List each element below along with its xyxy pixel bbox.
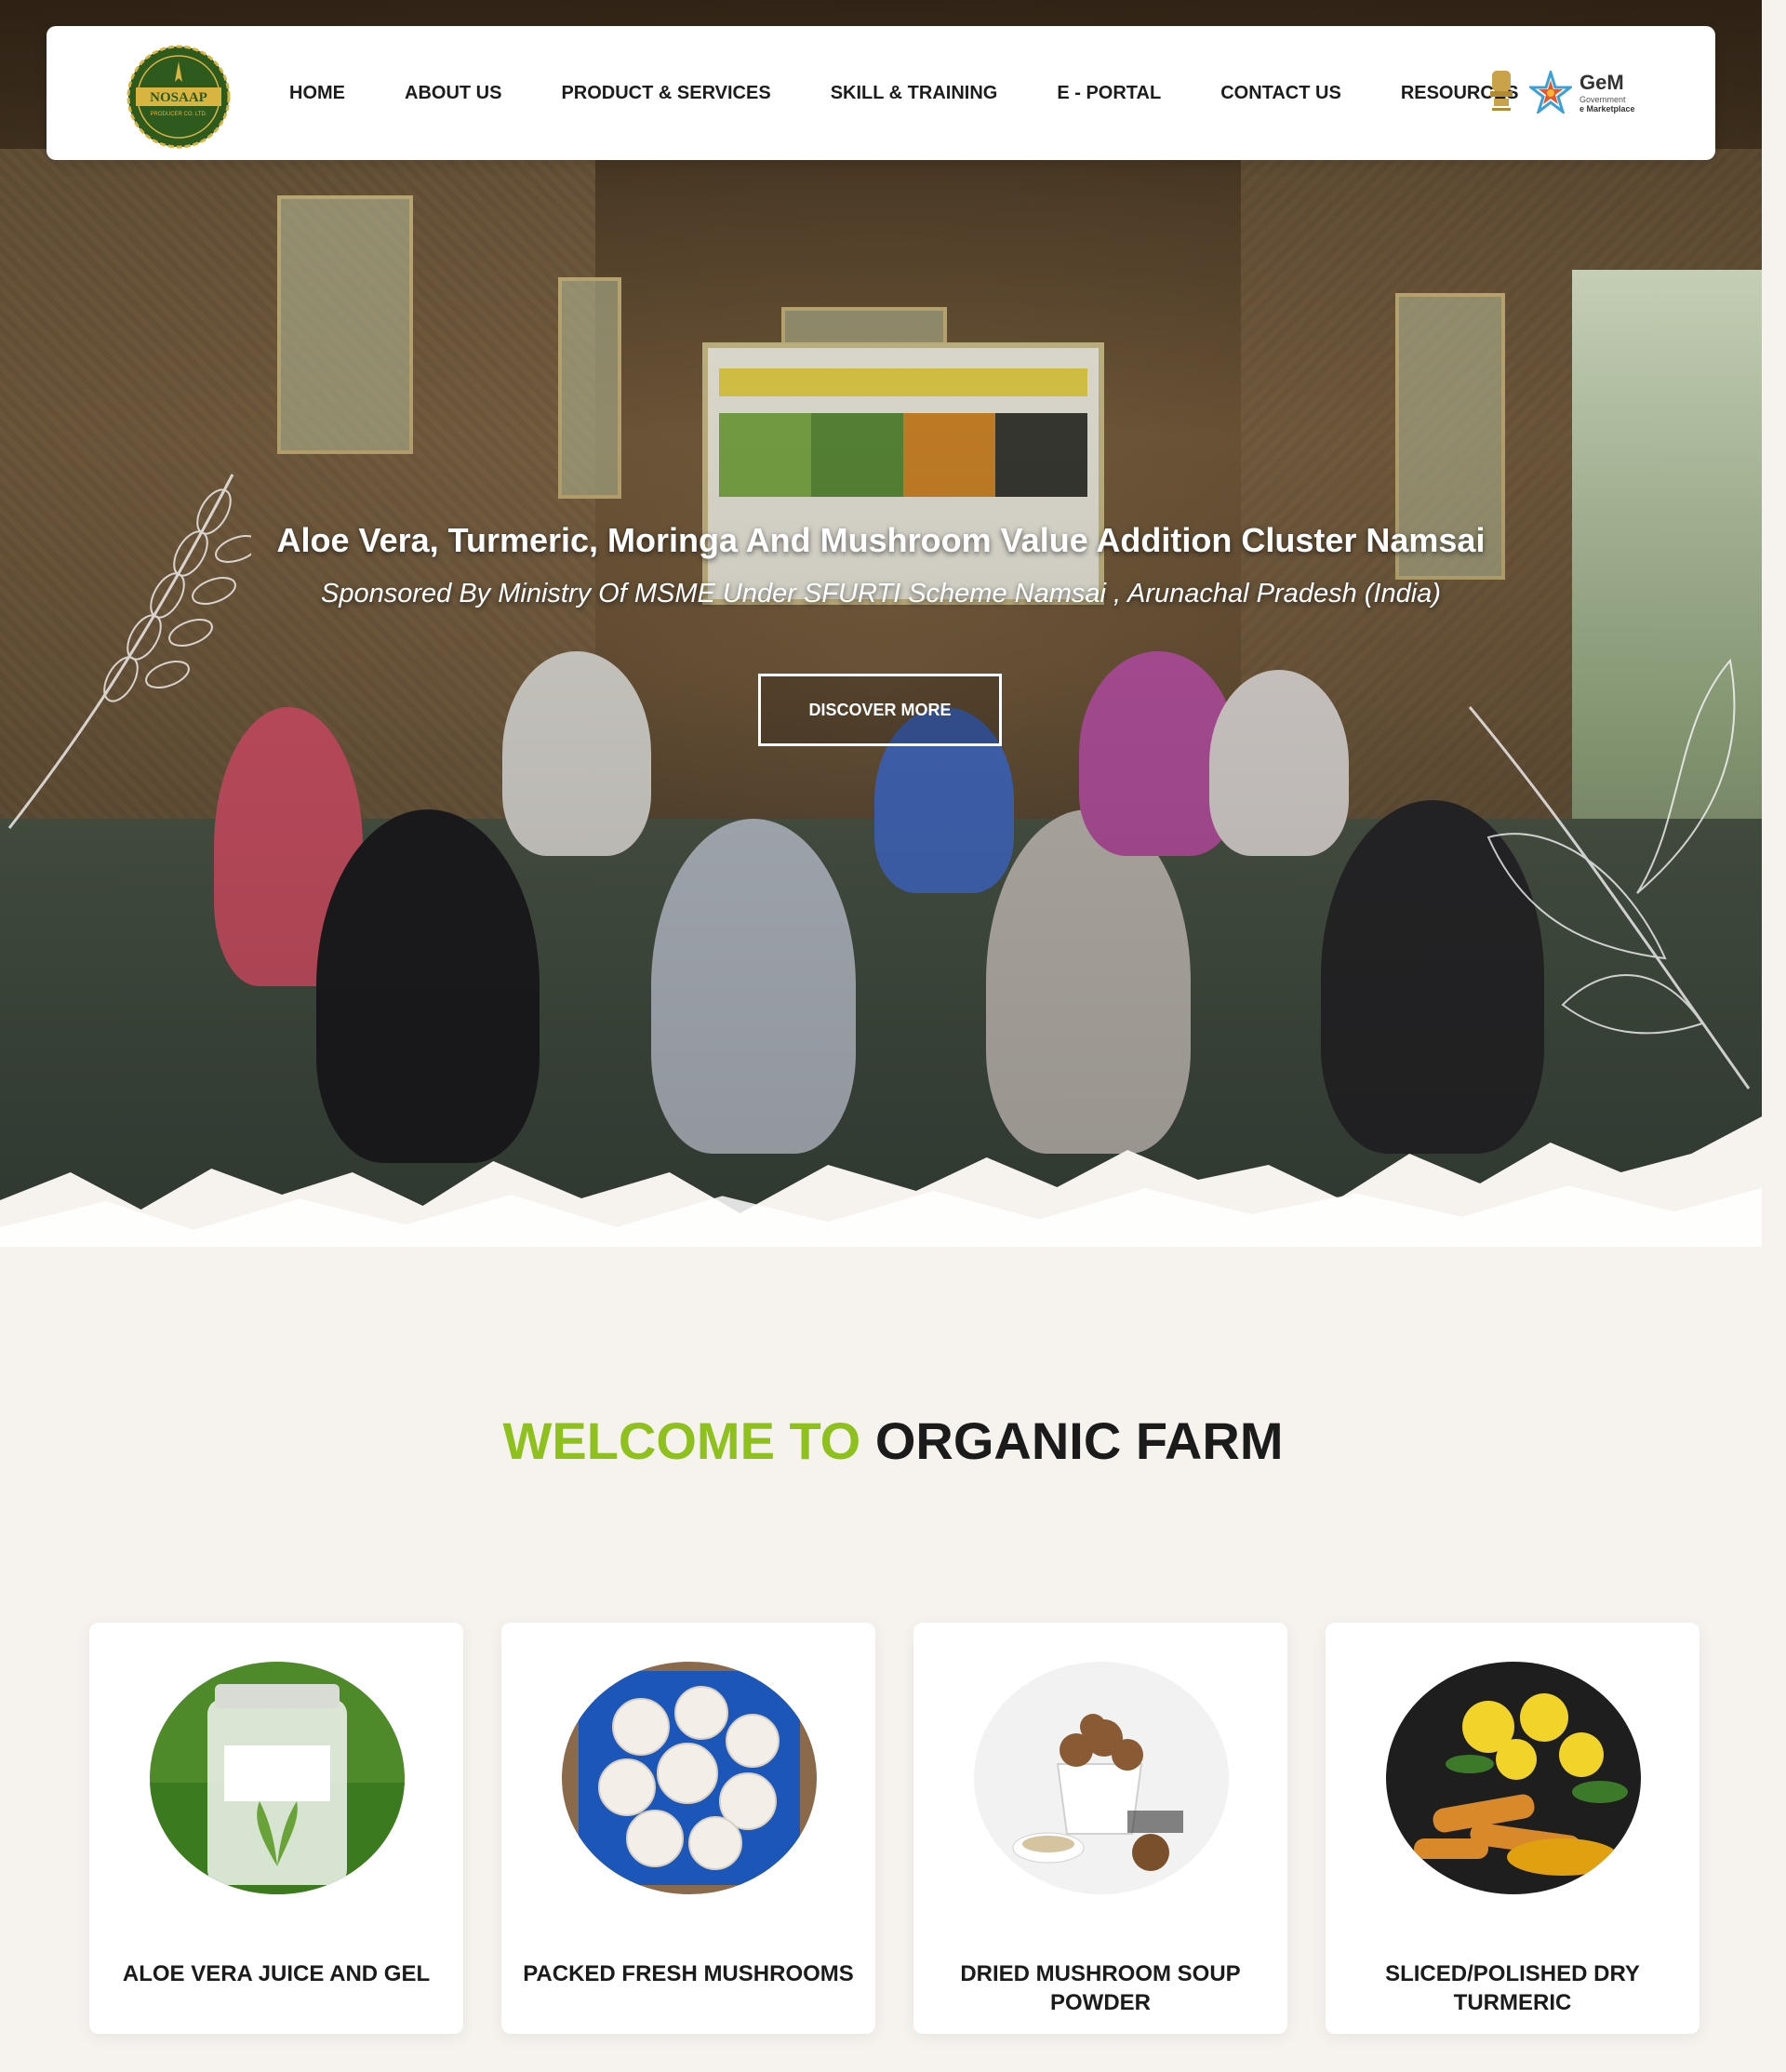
nav-e-portal[interactable]: E - PORTAL [1057, 83, 1161, 104]
product-cards: ALOE VERA JUICE AND GEL PACKED FRESH MUS… [89, 1623, 1700, 2034]
product-card-dried-mushroom[interactable]: DRIED MUSHROOM SOUP POWDER [913, 1623, 1287, 2034]
welcome-heading-rest: ORGANIC FARM [874, 1411, 1284, 1470]
gem-line-1: Government [1579, 95, 1626, 104]
gem-star-icon [1529, 71, 1572, 114]
national-emblem-icon[interactable] [1486, 67, 1516, 114]
gem-logo[interactable]: GeM Government e Marketplace [1529, 71, 1641, 114]
welcome-heading: WELCOME TO ORGANIC FARM [0, 1410, 1786, 1471]
product-label: SLICED/POLISHED DRY TURMERIC [1385, 1961, 1640, 2015]
product-label: PACKED FRESH MUSHROOMS [523, 1961, 854, 1986]
leaf-sketch-icon [1468, 658, 1751, 1089]
gem-line-2: e Marketplace [1579, 104, 1635, 114]
nosaap-logo[interactable]: NOSAAP PRODUCER CO. LTD. [127, 45, 231, 149]
main-menu: HOME ABOUT US PRODUCT & SERVICES SKILL &… [260, 26, 1519, 160]
nav-home[interactable]: HOME [289, 83, 345, 104]
product-label: DRIED MUSHROOM SOUP POWDER [960, 1961, 1241, 2015]
logo-text: NOSAAP [150, 90, 207, 105]
hero-subtitle: Sponsored By Ministry Of MSME Under SFUR… [321, 579, 1441, 608]
aloe-vera-gel-jar-image[interactable] [150, 1662, 405, 1894]
nav-contact-us[interactable]: CONTACT US [1220, 83, 1341, 104]
nav-product-services[interactable]: PRODUCT & SERVICES [561, 83, 770, 104]
dried-mushroom-bowl-image[interactable] [974, 1662, 1229, 1894]
turmeric-roots-image[interactable] [1386, 1662, 1641, 1894]
product-card-aloe-vera[interactable]: ALOE VERA JUICE AND GEL [89, 1623, 463, 2034]
logo-subtext: PRODUCER CO. LTD. [151, 112, 207, 117]
product-card-turmeric[interactable]: SLICED/POLISHED DRY TURMERIC [1326, 1623, 1699, 2034]
nav-about-us[interactable]: ABOUT US [405, 83, 501, 104]
mushroom-tray-image[interactable] [562, 1662, 817, 1894]
hero-title: Aloe Vera, Turmeric, Moringa And Mushroo… [276, 521, 1486, 559]
welcome-heading-highlight: WELCOME TO [502, 1411, 861, 1470]
hero-section [0, 0, 1762, 1247]
nav-skill-training[interactable]: SKILL & TRAINING [831, 83, 998, 104]
product-label: ALOE VERA JUICE AND GEL [122, 1961, 431, 1986]
header-navbar: NOSAAP PRODUCER CO. LTD. HOME ABOUT US P… [47, 26, 1715, 160]
gem-title: GeM [1579, 71, 1624, 94]
discover-more-button[interactable]: DISCOVER MORE [758, 674, 1002, 746]
product-card-mushrooms[interactable]: PACKED FRESH MUSHROOMS [501, 1623, 875, 2034]
